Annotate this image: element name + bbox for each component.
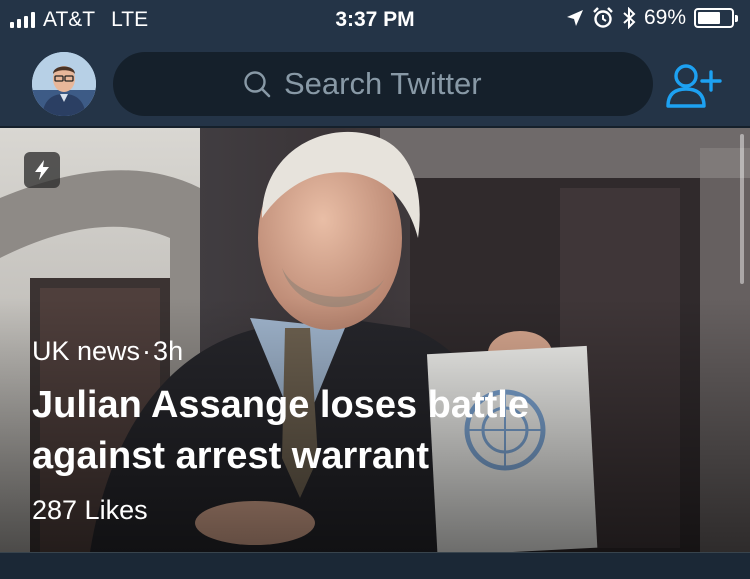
moment-headline[interactable]: Julian Assange loses battle against arre…: [32, 380, 672, 482]
moment-age: 3h: [153, 336, 184, 366]
next-item-edge: [0, 552, 750, 579]
status-right: 69%: [566, 6, 738, 30]
scrollbar[interactable]: [740, 134, 744, 284]
location-arrow-icon: [566, 10, 583, 26]
lightning-bolt-icon: [35, 160, 49, 180]
moment-badge: [24, 152, 60, 188]
search-field[interactable]: [113, 52, 653, 116]
battery-percent: 69%: [643, 6, 686, 29]
navigation-bar: [0, 42, 750, 126]
battery-icon: [694, 8, 738, 28]
search-icon: [244, 71, 271, 98]
status-bar: AT&T LTE 3:37 PM 69%: [0, 0, 750, 42]
moment-card[interactable]: UK news·3h Julian Assange loses battle a…: [0, 128, 750, 552]
alarm-icon: [593, 7, 613, 28]
meta-separator: ·: [142, 336, 152, 366]
search-input[interactable]: [284, 66, 524, 102]
avatar-portrait-icon: [32, 52, 96, 116]
moment-category: UK news: [32, 336, 141, 366]
profile-avatar[interactable]: [32, 52, 96, 116]
bluetooth-icon: [623, 7, 636, 29]
add-user-button[interactable]: [666, 62, 722, 110]
moment-meta: UK news·3h: [32, 336, 183, 367]
moment-likes: 287 Likes: [32, 495, 148, 525]
battery-level: [698, 12, 721, 24]
